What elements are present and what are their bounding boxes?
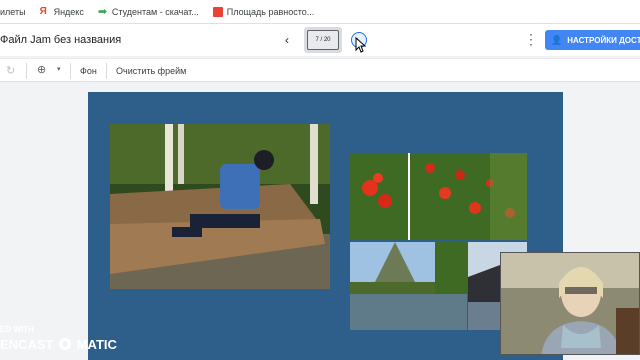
bookmark-area[interactable]: Площадь равносто... xyxy=(212,6,315,17)
watermark-line-1: ED WITH xyxy=(0,325,34,334)
redo-icon[interactable]: ↻ xyxy=(6,64,15,77)
cursor-icon xyxy=(355,37,367,53)
yandex-icon: Я xyxy=(39,5,47,17)
chevron-down-icon[interactable]: ▾ xyxy=(57,65,61,73)
bookmark-yandex[interactable]: Я Яндекс xyxy=(39,5,84,17)
chevron-left-icon: ‹ xyxy=(285,33,289,47)
toolbar: ↻ ⊕ ▾ Фон Очистить фрейм xyxy=(0,58,640,82)
bookmark-tickets[interactable]: илеты xyxy=(0,7,26,17)
watermark-logo: ENCAST MATIC xyxy=(0,337,117,352)
bookmark-label: Яндекс xyxy=(53,6,84,17)
berries-photo-image xyxy=(350,153,527,240)
webcam-image xyxy=(501,253,639,354)
webcam-overlay xyxy=(500,252,640,355)
berries-photo[interactable] xyxy=(350,153,527,240)
jam-canvas[interactable] xyxy=(88,92,563,360)
watermark-circle-icon xyxy=(59,338,72,350)
lake-photo[interactable] xyxy=(350,242,467,330)
toolbar-divider xyxy=(106,63,107,79)
bookmark-label: илеты xyxy=(0,6,26,17)
previous-frame-button[interactable]: ‹ xyxy=(280,33,294,47)
frame-counter-button[interactable]: 7 / 20 xyxy=(307,30,339,50)
toolbar-divider xyxy=(70,63,71,79)
watermark-line-3: MATIC xyxy=(76,337,117,352)
share-button-label: НАСТРОЙКИ ДОСТУПА xyxy=(567,35,640,45)
arrow-right-icon: ➡ xyxy=(97,5,108,18)
more-vert-icon[interactable]: ⋮ xyxy=(524,32,538,46)
person-icon: 👤 xyxy=(551,34,563,45)
frame-counter: 7 / 20 xyxy=(315,37,331,43)
lake-photo-image xyxy=(350,242,467,330)
zoom-icon[interactable]: ⊕ xyxy=(37,63,46,76)
bookmark-label: Площадь равносто... xyxy=(226,6,315,17)
bookmark-students[interactable]: ➡ Студентам - скачат... xyxy=(97,5,199,18)
bookmarks-bar: илеты Я Яндекс ➡ Студентам - скачат... П… xyxy=(0,0,640,24)
bookmark-label: Студентам - скачат... xyxy=(111,6,199,17)
watermark-line-2: ENCAST xyxy=(0,337,54,352)
bench-photo-image xyxy=(110,124,330,289)
image-icon xyxy=(212,6,223,17)
clear-frame-button[interactable]: Очистить фрейм xyxy=(116,66,186,76)
toolbar-divider xyxy=(26,63,27,79)
share-settings-button[interactable]: 👤 НАСТРОЙКИ ДОСТУПА xyxy=(545,30,640,50)
background-button[interactable]: Фон xyxy=(80,66,97,76)
document-title[interactable]: Файл Jam без названия xyxy=(0,34,121,46)
bench-photo[interactable] xyxy=(110,124,330,289)
